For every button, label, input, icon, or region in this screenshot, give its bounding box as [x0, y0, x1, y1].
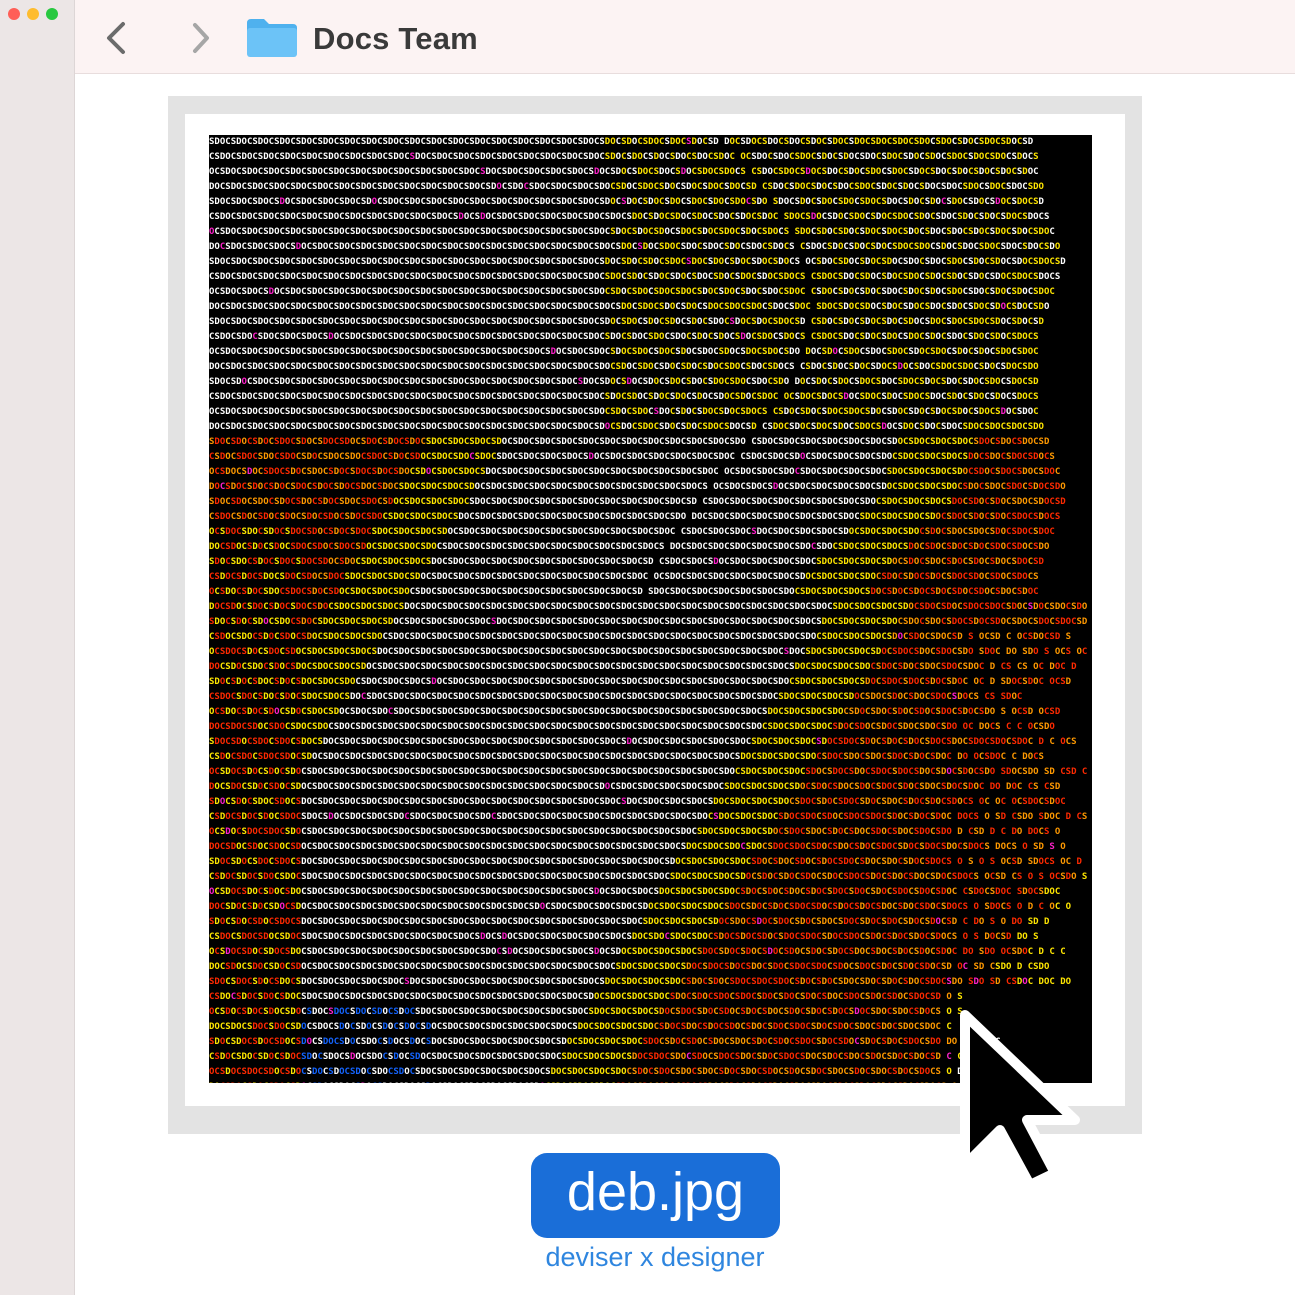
forward-button[interactable]: [179, 18, 219, 58]
folder-icon: [247, 19, 297, 57]
image-preview-frame: SDOCSDOCSDOCSDOCSDOCSDOCSDOCSDOCSDOCSDOC…: [168, 96, 1142, 1134]
folder-title: Docs Team: [313, 21, 478, 56]
pointer-cursor-icon: [960, 1010, 1080, 1190]
close-button[interactable]: [8, 8, 20, 20]
back-button[interactable]: [97, 18, 137, 58]
minimize-button[interactable]: [27, 8, 39, 20]
filename-label[interactable]: deb.jpg: [531, 1153, 780, 1238]
image-preview-matte: SDOCSDOCSDOCSDOCSDOCSDOCSDOCSDOCSDOCSDOC…: [185, 114, 1125, 1106]
window-controls: [8, 8, 58, 20]
ascii-artwork-image[interactable]: SDOCSDOCSDOCSDOCSDOCSDOCSDOCSDOCSDOCSDOC…: [209, 135, 1092, 1083]
chevron-left-icon: [107, 22, 125, 54]
zoom-button[interactable]: [46, 8, 58, 20]
toolbar: Docs Team: [75, 0, 1295, 74]
chevron-right-icon: [193, 23, 209, 53]
file-caption: deviser x designer: [545, 1242, 765, 1272]
sidebar: [0, 0, 75, 1295]
